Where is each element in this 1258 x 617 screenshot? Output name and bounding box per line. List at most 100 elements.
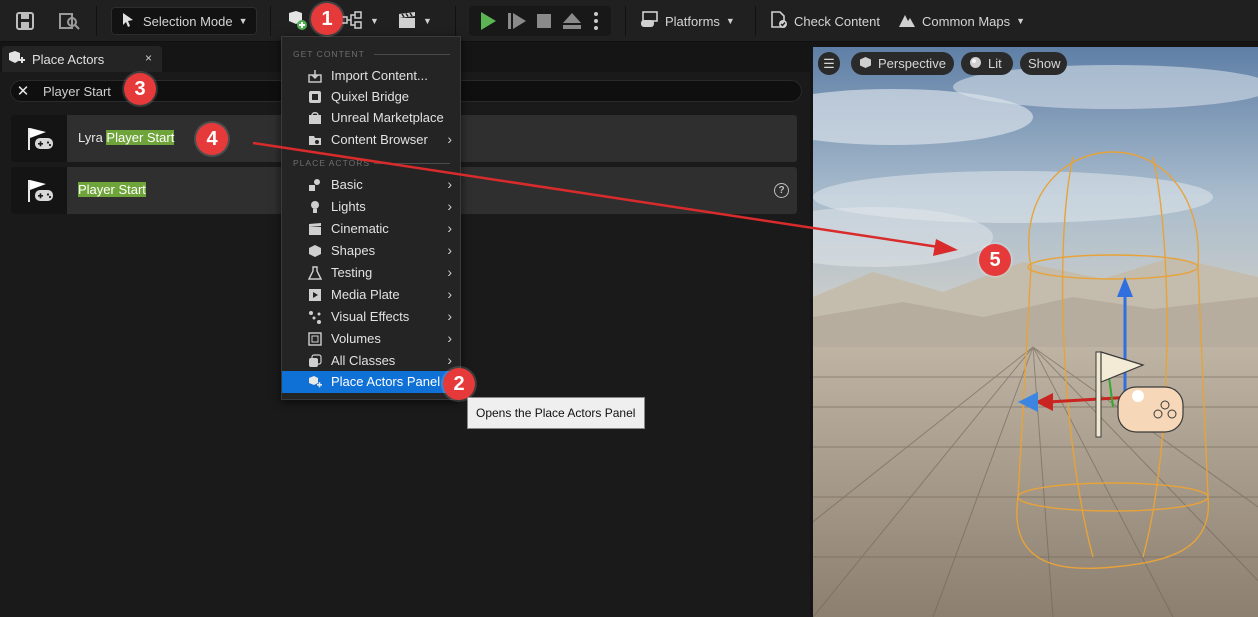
selection-mode-dropdown[interactable]: Selection Mode ▼	[111, 7, 257, 35]
search-match-highlight: Player Start	[78, 182, 146, 197]
advance-frame-icon[interactable]	[507, 12, 527, 33]
step-badge-5: 5	[979, 244, 1011, 276]
result-label: Lyra Player Start	[78, 130, 175, 145]
platforms-dropdown[interactable]: Platforms ▼	[640, 7, 740, 35]
submenu-arrow-icon: ›	[447, 131, 452, 147]
menu-item-volumes[interactable]: Volumes ›	[282, 328, 460, 350]
play-icon[interactable]	[479, 11, 497, 34]
add-content-menu: GET CONTENT Import Content... Quixel Bri…	[281, 36, 461, 400]
blueprints-dropdown[interactable]: ▼	[340, 7, 384, 35]
menu-item-label: Basic	[331, 177, 363, 192]
browse-level-icon[interactable]	[56, 8, 82, 34]
add-actor-icon	[286, 9, 308, 34]
menu-item-cinematic[interactable]: Cinematic ›	[282, 218, 460, 240]
media-plate-icon	[308, 288, 322, 302]
menu-item-label: Visual Effects	[331, 309, 410, 324]
search-value: Player Start	[43, 83, 111, 99]
section-header-get-content: GET CONTENT	[293, 49, 365, 59]
import-icon	[308, 69, 322, 83]
menu-item-label: Media Plate	[331, 287, 400, 302]
menu-item-label: Shapes	[331, 243, 376, 258]
selection-mode-label: Selection Mode	[143, 13, 233, 29]
submenu-arrow-icon: ›	[447, 286, 452, 302]
close-icon[interactable]: ×	[145, 51, 152, 65]
light-icon	[308, 200, 322, 214]
editor-window: Selection Mode ▼ ▼ ▼ Platforms ▼ Check C…	[0, 0, 1258, 617]
basic-icon	[308, 178, 322, 192]
flask-icon	[307, 266, 323, 280]
tooltip: Opens the Place Actors Panel	[467, 397, 645, 429]
submenu-arrow-icon: ›	[447, 220, 452, 236]
tab-label: Place Actors	[32, 51, 105, 67]
menu-item-import-content[interactable]: Import Content...	[282, 65, 460, 87]
mountain-icon	[898, 12, 916, 31]
perspective-button[interactable]: Perspective	[851, 52, 954, 75]
menu-item-place-actors-panel[interactable]: Place Actors Panel	[282, 371, 460, 393]
vfx-icon	[308, 310, 322, 324]
show-label: Show	[1028, 56, 1061, 71]
menu-item-label: Quixel Bridge	[331, 89, 410, 104]
chevron-down-icon: ▼	[1016, 16, 1026, 26]
platforms-icon	[640, 10, 660, 32]
help-icon[interactable]: ?	[774, 183, 789, 198]
menu-item-basic[interactable]: Basic ›	[282, 174, 460, 196]
lit-button[interactable]: Lit	[961, 52, 1013, 75]
chevron-down-icon: ▼	[725, 16, 735, 26]
lit-label: Lit	[988, 56, 1002, 71]
viewport-menu-icon[interactable]: ☰	[818, 52, 840, 75]
step-badge-4: 4	[196, 123, 228, 155]
menu-item-label: Volumes	[331, 331, 381, 346]
save-icon[interactable]	[12, 8, 38, 34]
place-actors-panel-icon	[308, 375, 322, 389]
bridge-icon	[308, 90, 322, 104]
result-prefix: Lyra	[78, 130, 107, 145]
submenu-arrow-icon: ›	[447, 264, 452, 280]
stop-icon[interactable]	[536, 13, 552, 32]
chevron-down-icon: ▼	[370, 16, 379, 26]
step-badge-3: 3	[124, 73, 156, 105]
blueprint-icon	[340, 10, 364, 32]
menu-item-all-classes[interactable]: All Classes ›	[282, 350, 460, 372]
cinematics-dropdown[interactable]: ▼	[397, 7, 437, 35]
menu-item-label: Cinematic	[331, 221, 389, 236]
chevron-down-icon: ▼	[423, 16, 432, 26]
submenu-arrow-icon: ›	[447, 198, 452, 214]
play-options-icon[interactable]	[593, 11, 599, 34]
menu-item-lights[interactable]: Lights ›	[282, 196, 460, 218]
marketplace-icon	[308, 111, 322, 125]
menu-item-media-plate[interactable]: Media Plate ›	[282, 284, 460, 306]
menu-item-visual-effects[interactable]: Visual Effects ›	[282, 306, 460, 328]
play-controls	[469, 6, 611, 36]
platforms-label: Platforms	[665, 13, 720, 29]
menu-item-quixel-bridge[interactable]: Quixel Bridge	[282, 86, 460, 108]
cube-icon	[859, 56, 872, 72]
all-classes-icon	[308, 354, 322, 368]
show-button[interactable]: Show	[1020, 52, 1067, 75]
viewport-scene	[813, 47, 1258, 617]
level-viewport[interactable]: ☰ Perspective Lit Show	[813, 47, 1258, 617]
step-badge-1: 1	[311, 3, 343, 35]
menu-item-unreal-marketplace[interactable]: Unreal Marketplace	[282, 107, 460, 129]
clapperboard-icon	[397, 11, 417, 32]
menu-item-testing[interactable]: Testing ›	[282, 262, 460, 284]
chevron-down-icon: ▼	[238, 16, 248, 26]
common-maps-dropdown[interactable]: Common Maps ▼	[898, 7, 1026, 35]
menu-item-label: All Classes	[331, 353, 396, 368]
volume-icon	[308, 332, 322, 346]
player-start-thumbnail-icon	[11, 167, 67, 214]
submenu-arrow-icon: ›	[447, 176, 452, 192]
menu-item-shapes[interactable]: Shapes ›	[282, 240, 460, 262]
shapes-icon	[308, 244, 322, 258]
menu-item-content-browser[interactable]: Content Browser ›	[282, 129, 460, 151]
tab-place-actors[interactable]: Place Actors ×	[2, 46, 162, 72]
common-maps-label: Common Maps	[922, 13, 1011, 29]
submenu-arrow-icon: ›	[447, 330, 452, 346]
result-label: Player Start	[78, 182, 146, 197]
eject-icon[interactable]	[562, 12, 582, 33]
menu-item-label: Import Content...	[331, 68, 428, 83]
clear-search-icon[interactable]: ✕	[11, 82, 35, 100]
check-content-button[interactable]: Check Content	[770, 7, 882, 35]
submenu-arrow-icon: ›	[447, 308, 452, 324]
perspective-label: Perspective	[878, 56, 946, 71]
player-start-thumbnail-icon	[11, 115, 67, 162]
